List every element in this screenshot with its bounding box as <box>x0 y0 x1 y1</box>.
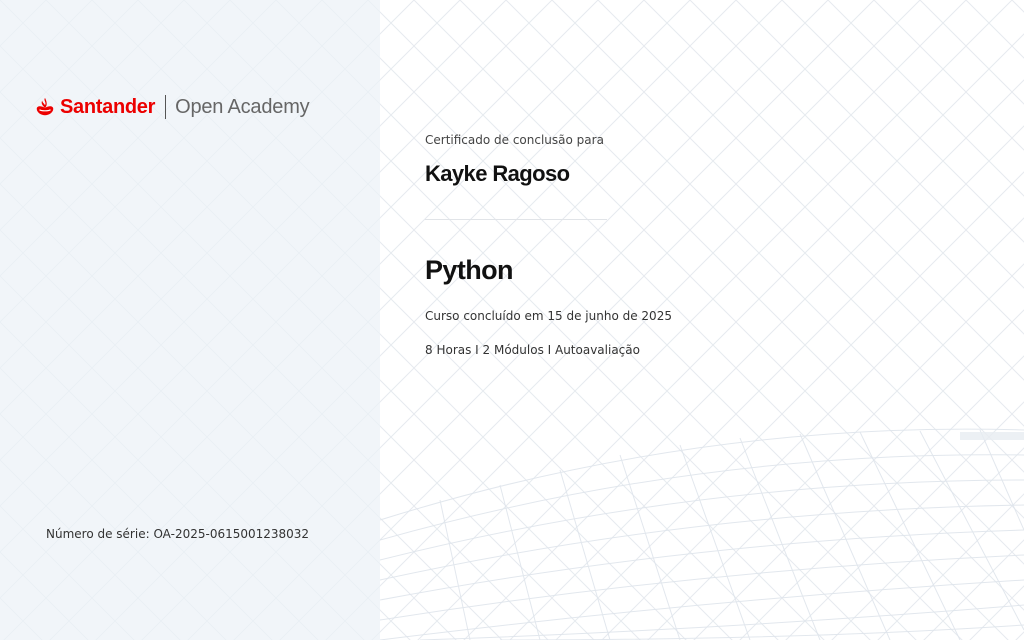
santander-flame-icon <box>36 97 54 116</box>
brand-name: Santander <box>60 95 156 118</box>
brand-product: Open Academy <box>175 95 310 118</box>
santander-open-academy-logo: Santander Open Academy <box>34 92 310 122</box>
course-details: 8 Horas I 2 Módulos I Autoavaliação <box>425 343 640 357</box>
course-title: Python <box>425 255 514 285</box>
completion-date: Curso concluído em 15 de junho de 2025 <box>425 309 672 323</box>
certificate-label: Certificado de conclusão para <box>425 133 604 147</box>
recipient-name: Kayke Ragoso <box>425 161 570 186</box>
certificate-page: Santander Open Academy Número de série: … <box>0 0 1024 640</box>
divider <box>425 219 607 220</box>
logo-separator <box>165 95 167 119</box>
serial-number: Número de série: OA-2025-0615001238032 <box>46 527 310 541</box>
